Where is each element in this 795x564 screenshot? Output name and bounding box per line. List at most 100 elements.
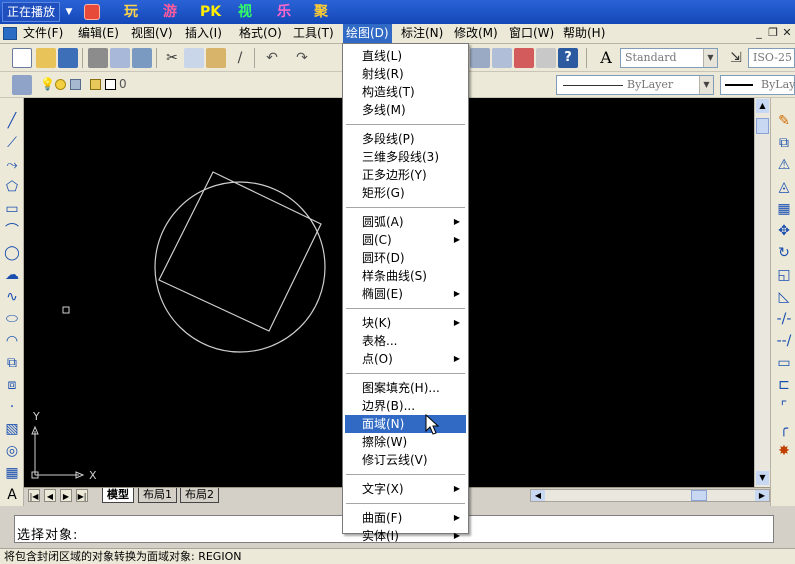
draw-menu-item[interactable]: 图案填充(H)... — [345, 379, 466, 397]
lock-icon[interactable] — [70, 79, 81, 90]
explode-icon[interactable]: ✸ — [775, 442, 793, 460]
menu-modify[interactable]: 修改(M) — [451, 24, 501, 43]
hatch-icon[interactable]: ▧ — [3, 420, 21, 438]
paste-icon[interactable] — [206, 48, 226, 68]
construction-line-icon[interactable]: ⟋ — [3, 134, 21, 152]
arc-icon[interactable]: ⌒ — [3, 222, 21, 240]
open-folder-icon[interactable] — [36, 48, 56, 68]
break-at-point-icon[interactable]: ▭ — [775, 354, 793, 372]
menu-edit[interactable]: 编辑(E) — [75, 24, 122, 43]
tab-layout1[interactable]: 布局1 — [138, 488, 177, 503]
new-file-icon[interactable] — [12, 48, 32, 68]
scroll-down-icon[interactable]: ▼ — [756, 471, 769, 485]
cut-icon[interactable]: ✂ — [162, 48, 182, 68]
hscroll-thumb[interactable] — [691, 490, 707, 501]
offset-icon[interactable]: ◬ — [775, 178, 793, 196]
draw-menu-item[interactable]: 块(K) ▶ — [345, 314, 466, 332]
tab-video[interactable]: 视 — [238, 3, 252, 21]
dimension-style-combo[interactable]: ISO-25 — [748, 48, 795, 68]
prev-tab-icon[interactable]: ◀ — [44, 489, 56, 502]
menu-help[interactable]: 帮助(H) — [560, 24, 608, 43]
first-tab-icon[interactable]: |◀ — [28, 489, 40, 502]
spline-icon[interactable]: ∿ — [3, 288, 21, 306]
erase-icon[interactable]: ✎ — [775, 112, 793, 130]
save-icon[interactable] — [58, 48, 78, 68]
array-icon[interactable]: ▦ — [775, 200, 793, 218]
now-playing-label[interactable]: 正在播放 — [2, 2, 61, 22]
polygon-icon[interactable]: ⬠ — [3, 178, 21, 196]
draw-menu-item[interactable]: 点(O) ▶ — [345, 350, 466, 368]
draw-menu-item[interactable]: 修订云线(V) — [345, 451, 466, 469]
restore-icon[interactable]: ❐ — [766, 26, 780, 40]
ellipse-arc-icon[interactable]: ◠ — [3, 332, 21, 350]
layer-name[interactable]: 0 — [119, 77, 127, 91]
tab-pk[interactable]: PK — [200, 3, 221, 21]
mirror-icon[interactable]: ⚠ — [775, 156, 793, 174]
now-playing-dropdown-icon[interactable]: ▼ — [62, 2, 76, 22]
copy-icon[interactable] — [184, 48, 204, 68]
menu-window[interactable]: 窗口(W) — [506, 24, 557, 43]
tab-music[interactable]: 乐 — [277, 3, 291, 21]
plot-icon[interactable] — [90, 79, 101, 90]
extend-icon[interactable]: --/ — [775, 332, 793, 350]
app-icon[interactable] — [3, 27, 17, 40]
draw-menu-item[interactable]: 正多边形(Y) — [345, 166, 466, 184]
tab-model[interactable]: 模型 — [102, 488, 134, 503]
design-center-icon[interactable] — [492, 48, 512, 68]
draw-menu-item[interactable]: 矩形(G) — [345, 184, 466, 202]
horizontal-scrollbar[interactable]: ◀ ▶ — [530, 489, 770, 502]
draw-menu-item[interactable]: 表格... — [345, 332, 466, 350]
draw-menu-item[interactable]: 文字(X) ▶ — [345, 480, 466, 498]
menu-insert[interactable]: 插入(I) — [182, 24, 225, 43]
menu-view[interactable]: 视图(V) — [128, 24, 176, 43]
ellipse-icon[interactable]: ⬭ — [3, 310, 21, 328]
draw-menu-item[interactable]: 擦除(W) — [345, 433, 466, 451]
draw-menu-item[interactable]: 椭圆(E) ▶ — [345, 285, 466, 303]
move-icon[interactable]: ✥ — [775, 222, 793, 240]
close-icon[interactable]: ✕ — [780, 26, 794, 40]
publish-icon[interactable] — [132, 48, 152, 68]
text-style-icon[interactable]: A — [596, 48, 616, 68]
draw-menu-item[interactable]: 射线(R) — [345, 65, 466, 83]
text-style-combo[interactable]: Standard ▼ — [620, 48, 718, 68]
point-icon[interactable]: · — [3, 398, 21, 416]
tab-layout2[interactable]: 布局2 — [180, 488, 219, 503]
tool-palettes-icon[interactable] — [514, 48, 534, 68]
scroll-thumb[interactable] — [756, 118, 769, 134]
rectangle-icon[interactable]: ▭ — [3, 200, 21, 218]
trim-icon[interactable]: -/- — [775, 310, 793, 328]
undo-icon[interactable]: ↶ — [262, 48, 282, 68]
match-properties-icon[interactable]: / — [230, 48, 250, 68]
copy-object-icon[interactable]: ⧉ — [775, 134, 793, 152]
draw-menu-item[interactable]: 三维多段线(3) — [345, 148, 466, 166]
tab-game[interactable]: 游 — [163, 3, 177, 21]
tab-play[interactable]: 玩 — [124, 3, 138, 21]
home-icon[interactable] — [84, 4, 100, 20]
draw-menu-item[interactable]: 面域(N) — [345, 415, 466, 433]
draw-menu-item[interactable]: 圆环(D) — [345, 249, 466, 267]
print-preview-icon[interactable] — [110, 48, 130, 68]
circle-icon[interactable]: ◯ — [3, 244, 21, 262]
menu-dimension[interactable]: 标注(N) — [398, 24, 446, 43]
draw-menu-item[interactable]: 直线(L) — [345, 47, 466, 65]
draw-menu-item[interactable]: 曲面(F) ▶ — [345, 509, 466, 527]
scale-icon[interactable]: ◱ — [775, 266, 793, 284]
minimize-icon[interactable]: _ — [752, 26, 766, 40]
dimension-style-icon[interactable]: ⇲ — [726, 48, 746, 68]
layer-manager-icon[interactable] — [12, 75, 32, 95]
insert-block-icon[interactable]: ⧉ — [3, 354, 21, 372]
draw-menu-item[interactable]: 多段线(P) — [345, 130, 466, 148]
draw-menu-item[interactable]: 圆(C) ▶ — [345, 231, 466, 249]
menu-format[interactable]: 格式(O) — [236, 24, 285, 43]
menu-draw[interactable]: 绘图(D) — [343, 24, 392, 43]
markup-icon[interactable] — [536, 48, 556, 68]
table-icon[interactable]: ▦ — [3, 464, 21, 482]
help-icon[interactable]: ? — [558, 48, 578, 68]
vertical-scrollbar[interactable]: ▲ ▼ — [754, 98, 770, 487]
last-tab-icon[interactable]: ▶| — [76, 489, 88, 502]
tab-gather[interactable]: 聚 — [314, 3, 328, 21]
print-icon[interactable] — [88, 48, 108, 68]
rotate-icon[interactable]: ↻ — [775, 244, 793, 262]
fillet-icon[interactable]: ╭ — [775, 420, 793, 438]
properties-icon[interactable] — [470, 48, 490, 68]
